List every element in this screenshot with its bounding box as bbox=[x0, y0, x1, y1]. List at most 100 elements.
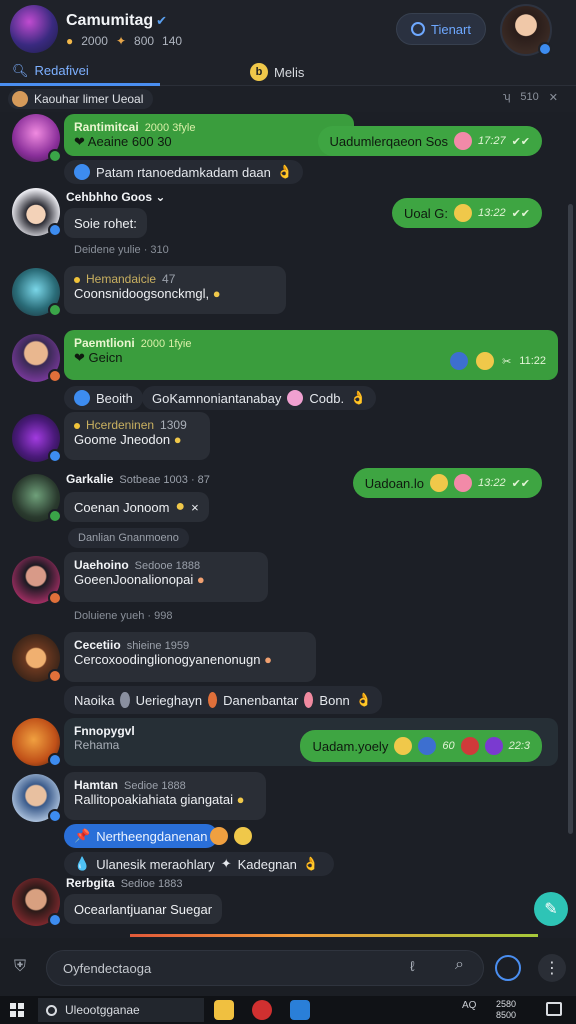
more-icon[interactable]: ⋮ bbox=[538, 954, 566, 982]
upload-progress bbox=[130, 934, 538, 937]
pinned-tools: ʮ 510 ✕ bbox=[502, 91, 558, 104]
search-icon: 🔍︎ bbox=[12, 62, 29, 78]
group-stats: ● 2000 ✦ 800 140 bbox=[66, 34, 183, 48]
emoji-icon bbox=[287, 390, 304, 406]
avatar[interactable] bbox=[12, 268, 62, 317]
verified-icon: ✔ bbox=[156, 13, 168, 28]
heart-icon: ❤ bbox=[74, 134, 88, 149]
avatar[interactable] bbox=[12, 634, 62, 683]
message-actions: ✂ 11:22 bbox=[450, 352, 546, 370]
message-bubble[interactable]: Hcerdeninen 1309 Goome Jneodon ● bbox=[64, 412, 210, 460]
tab-search[interactable]: 🔍︎ Redafivei bbox=[0, 58, 160, 86]
message-input[interactable]: Oyfendectaoga bbox=[46, 950, 484, 986]
alert-icon bbox=[460, 737, 479, 755]
composer: ⛨ Oyfendectaoga ℓ ⌕ ⋮ bbox=[0, 938, 576, 996]
avatar[interactable] bbox=[12, 414, 62, 463]
avatar[interactable] bbox=[12, 188, 62, 237]
hand-icon: 👌 bbox=[276, 164, 294, 179]
chevron-icon: ⌄ bbox=[152, 190, 166, 204]
shield-icon[interactable]: ⛨ bbox=[14, 958, 32, 978]
drop-icon: 💧 bbox=[74, 856, 91, 871]
info-icon bbox=[74, 390, 90, 406]
chat-header: Camumitag ✔ ● 2000 ✦ 800 140 Tienart bbox=[0, 0, 576, 58]
message-list[interactable]: Rantimitcai 2000 3fyle ❤ Aeaine 600 30 Ua… bbox=[0, 112, 576, 936]
face-icon: ● bbox=[196, 572, 205, 587]
camera-icon[interactable] bbox=[495, 955, 521, 981]
tag-chip[interactable]: 📌 Nertheengdanenan bbox=[64, 824, 218, 848]
profile-avatar[interactable] bbox=[500, 4, 552, 56]
search-icon[interactable]: ⌕ bbox=[455, 956, 464, 974]
folder-icon[interactable] bbox=[214, 1000, 234, 1020]
reaction-chip[interactable]: GoKamnoniantanabay Codb. 👌 bbox=[142, 386, 377, 410]
outgoing-message[interactable]: Uadam.yoely 60 22:3 bbox=[300, 730, 542, 762]
heart-face-icon bbox=[454, 474, 473, 492]
reply-chip[interactable]: Naoika Uerieghayn Danenbantar Bonn 👌 bbox=[64, 686, 382, 714]
info-icon bbox=[450, 352, 469, 370]
compose-button[interactable]: ✎ bbox=[534, 892, 568, 926]
notification-icon[interactable] bbox=[546, 1002, 562, 1016]
message-bubble[interactable]: Paemtlioni 2000 1fyie ❤ Geicn ✂ 11:22 bbox=[64, 330, 558, 380]
avatar[interactable] bbox=[12, 556, 62, 605]
message-bubble[interactable]: Cecetiio shieine 1959 Cercoxoodinglionogy… bbox=[64, 632, 316, 682]
double-check-icon: ✔✔ bbox=[511, 477, 530, 490]
sender-name: Cehbhho Goos ⌄ bbox=[66, 190, 166, 204]
message-bubble[interactable]: Soie rohet: bbox=[64, 208, 147, 238]
outgoing-message[interactable]: Uoal G: 13:22 ✔✔ bbox=[391, 198, 542, 228]
taskbar-search[interactable]: Uleootgganae bbox=[38, 998, 204, 1022]
message-bubble[interactable]: Uaehoino Sedooe 1888 GoeenJoonalionopai ● bbox=[64, 552, 268, 602]
windows-icon[interactable] bbox=[10, 1003, 24, 1017]
tab-media[interactable]: b Melis bbox=[250, 58, 304, 86]
smile-icon bbox=[454, 132, 473, 150]
smile-icon bbox=[394, 737, 413, 755]
reply-chip[interactable]: Patam rtanoedamkadam daan 👌 bbox=[64, 160, 304, 184]
sender-name: Garkalie Sotbeae 1003 · 87 bbox=[66, 472, 210, 486]
group-avatar[interactable] bbox=[10, 5, 58, 53]
tools-icon: ✂ bbox=[502, 355, 512, 368]
tab-bar: 🔍︎ Redafivei b Melis bbox=[0, 58, 576, 86]
double-check-icon: ✔✔ bbox=[511, 135, 530, 148]
message-bubble[interactable]: Hemandaicie 47 Coonsnidoogsonckmgl, ● bbox=[64, 266, 286, 314]
avatar[interactable] bbox=[12, 774, 62, 823]
emoji-reactions[interactable] bbox=[210, 824, 252, 848]
reply-chip[interactable]: 💧 Ulanesik meraohlary ✦ Kadegnan 👌 bbox=[64, 852, 334, 876]
pinned-message[interactable]: Kaouhar limer Ueoal bbox=[8, 89, 154, 109]
pinned-bar: Kaouhar limer Ueoal ʮ 510 ✕ bbox=[0, 86, 576, 112]
avatar[interactable] bbox=[12, 474, 62, 523]
face-icon: ● bbox=[264, 652, 272, 667]
avatar[interactable] bbox=[12, 334, 62, 383]
face-icon: ● bbox=[212, 286, 221, 301]
grin-icon bbox=[454, 204, 473, 222]
attach-icon[interactable]: ℓ bbox=[410, 958, 415, 974]
close-icon[interactable]: ✕ bbox=[549, 91, 558, 104]
store-icon[interactable] bbox=[290, 1000, 310, 1020]
search-icon bbox=[46, 1004, 57, 1016]
media-icon: b bbox=[250, 63, 268, 81]
smile-icon bbox=[430, 474, 449, 492]
spark-icon: ✦ bbox=[115, 34, 127, 48]
avatar[interactable] bbox=[12, 878, 62, 927]
outgoing-message[interactable]: Uadoan.lo 13:22 ✔✔ bbox=[352, 468, 542, 498]
message-bubble[interactable]: Coenan Jonoom ● × bbox=[64, 492, 209, 522]
avatar[interactable] bbox=[12, 114, 62, 163]
system-tray[interactable]: AQ bbox=[462, 1000, 476, 1011]
face-icon: ● bbox=[173, 432, 182, 447]
clock[interactable]: 2580 8500 bbox=[496, 999, 516, 1021]
sender-name: Rerbgita Sedioe 1883 bbox=[66, 876, 183, 890]
outgoing-message[interactable]: Uadumlerqaeon Sos 17:27 ✔✔ bbox=[317, 126, 542, 156]
emoji-icon: ● bbox=[66, 34, 74, 48]
pencil-icon: ✎ bbox=[544, 901, 558, 918]
message-bubble[interactable]: Hamtan Sedioe 1888 Rallitopoakiahiata gia… bbox=[64, 772, 266, 820]
verified-badge-icon bbox=[538, 42, 552, 56]
message-bubble[interactable]: Rantimitcai 2000 3fyle ❤ Aeaine 600 30 bbox=[64, 114, 354, 156]
scrollbar[interactable] bbox=[568, 204, 573, 834]
reaction-chip[interactable]: Beoith bbox=[64, 386, 143, 410]
join-button[interactable]: Tienart bbox=[396, 13, 486, 45]
mute-icon[interactable]: ʮ bbox=[503, 91, 511, 104]
browser-icon[interactable] bbox=[252, 1000, 272, 1020]
avatar[interactable] bbox=[12, 718, 62, 767]
face-icon: ● bbox=[175, 498, 186, 515]
message-bubble[interactable]: Ocearlantjuanar Suegar bbox=[64, 894, 223, 924]
heart-icon: ❤ bbox=[74, 350, 89, 365]
date-separator: Deidene yulie · 310 bbox=[74, 244, 169, 256]
group-title: Camumitag ✔ bbox=[66, 12, 168, 29]
